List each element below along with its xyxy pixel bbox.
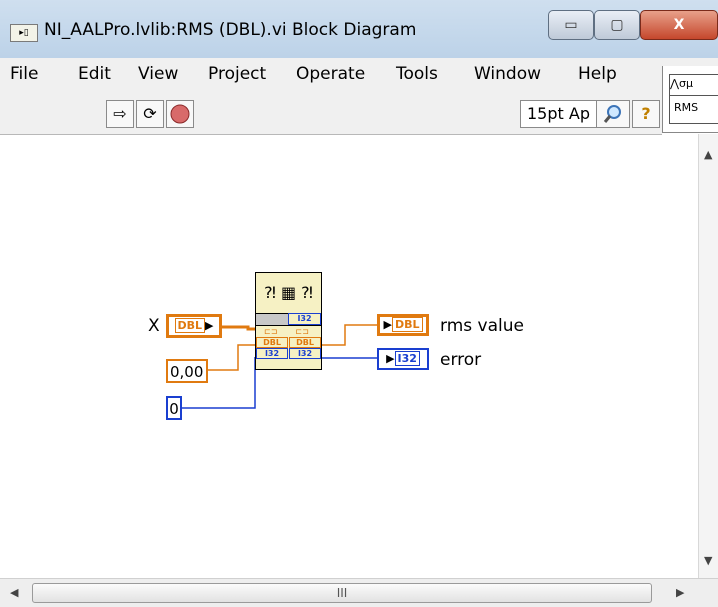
wire-x [222,325,255,331]
subvi-pin: DBL [289,337,321,348]
stop-circle-icon [170,104,190,124]
subvi-pin: I32 [256,348,288,359]
scroll-down-icon[interactable]: ▼ [704,554,712,567]
menu-help[interactable]: Help [578,64,617,84]
toolbar: ⇨ ⟳ 15pt Ap ? [0,92,662,135]
menu-window[interactable]: Window [474,64,541,84]
output-rms-terminal[interactable]: ▶ DBL [377,314,429,336]
run-continuously-button[interactable]: ⟳ [136,100,164,128]
block-diagram-canvas[interactable]: X DBL ▶ 0,00 0 ⁈ ▦ ⁈ I32 ⊏⊐ ⊏⊐ DBL DBL I32… [0,134,698,578]
magnifier-icon [603,105,621,123]
menu-project[interactable]: Project [208,64,266,84]
abort-button[interactable] [166,100,194,128]
close-button[interactable]: X [640,10,718,40]
wires [182,324,377,409]
scroll-up-icon[interactable]: ▲ [704,148,712,161]
minimize-button[interactable]: ▭ [548,10,594,40]
scroll-left-icon[interactable]: ◀ [10,586,18,599]
wire-rms [322,324,377,346]
menu-bar: File Edit View Project Operate Tools Win… [0,58,718,92]
context-help-button[interactable]: ? [632,100,660,128]
rms-subvi[interactable]: ⁈ ▦ ⁈ I32 ⊏⊐ ⊏⊐ DBL DBL I32 I32 [255,272,322,370]
output-rms-label: rms value [440,316,524,336]
vertical-scrollbar[interactable]: ▲ ▼ [698,134,718,578]
labview-vi-icon: ▸▯ [10,24,38,42]
constant-int[interactable]: 0 [166,396,182,420]
output-rms-type: DBL [391,317,423,332]
menu-operate[interactable]: Operate [296,64,365,84]
rms-subvi-icon: ⁈ ▦ ⁈ [264,283,313,302]
menu-tools[interactable]: Tools [396,64,438,84]
vi-icon-label: RMS [669,94,718,124]
menu-file[interactable]: File [10,64,38,84]
horizontal-scrollbar[interactable]: ◀ III ▶ [0,578,718,607]
input-x-label: X [148,316,160,336]
menu-edit[interactable]: Edit [78,64,111,84]
wire-constant [208,344,255,371]
constant-dbl[interactable]: 0,00 [166,359,208,383]
subvi-pin: I32 [288,313,321,325]
run-button[interactable]: ⇨ [106,100,134,128]
output-error-type: I32 [394,351,420,366]
vi-icon-panel: ⋀σμ RMS [662,66,718,133]
menu-view[interactable]: View [138,64,178,84]
window-title-bar[interactable]: ▸▯ NI_AALPro.lvlib:RMS (DBL).vi Block Di… [0,0,718,58]
horizontal-scroll-thumb[interactable]: III [32,583,652,603]
input-x-type: DBL [174,318,206,333]
input-x-terminal[interactable]: DBL ▶ [166,314,222,338]
vi-icon-glyph: ⋀σμ [669,74,718,96]
maximize-button[interactable]: ▢ [594,10,640,40]
output-error-label: error [440,350,482,370]
scroll-right-icon[interactable]: ▶ [676,586,684,599]
subvi-pin: I32 [289,348,321,359]
subvi-pin: DBL [256,337,288,348]
window-title: NI_AALPro.lvlib:RMS (DBL).vi Block Diagr… [44,20,417,40]
search-button[interactable] [596,100,630,128]
output-error-terminal[interactable]: ▶ I32 [377,348,429,370]
